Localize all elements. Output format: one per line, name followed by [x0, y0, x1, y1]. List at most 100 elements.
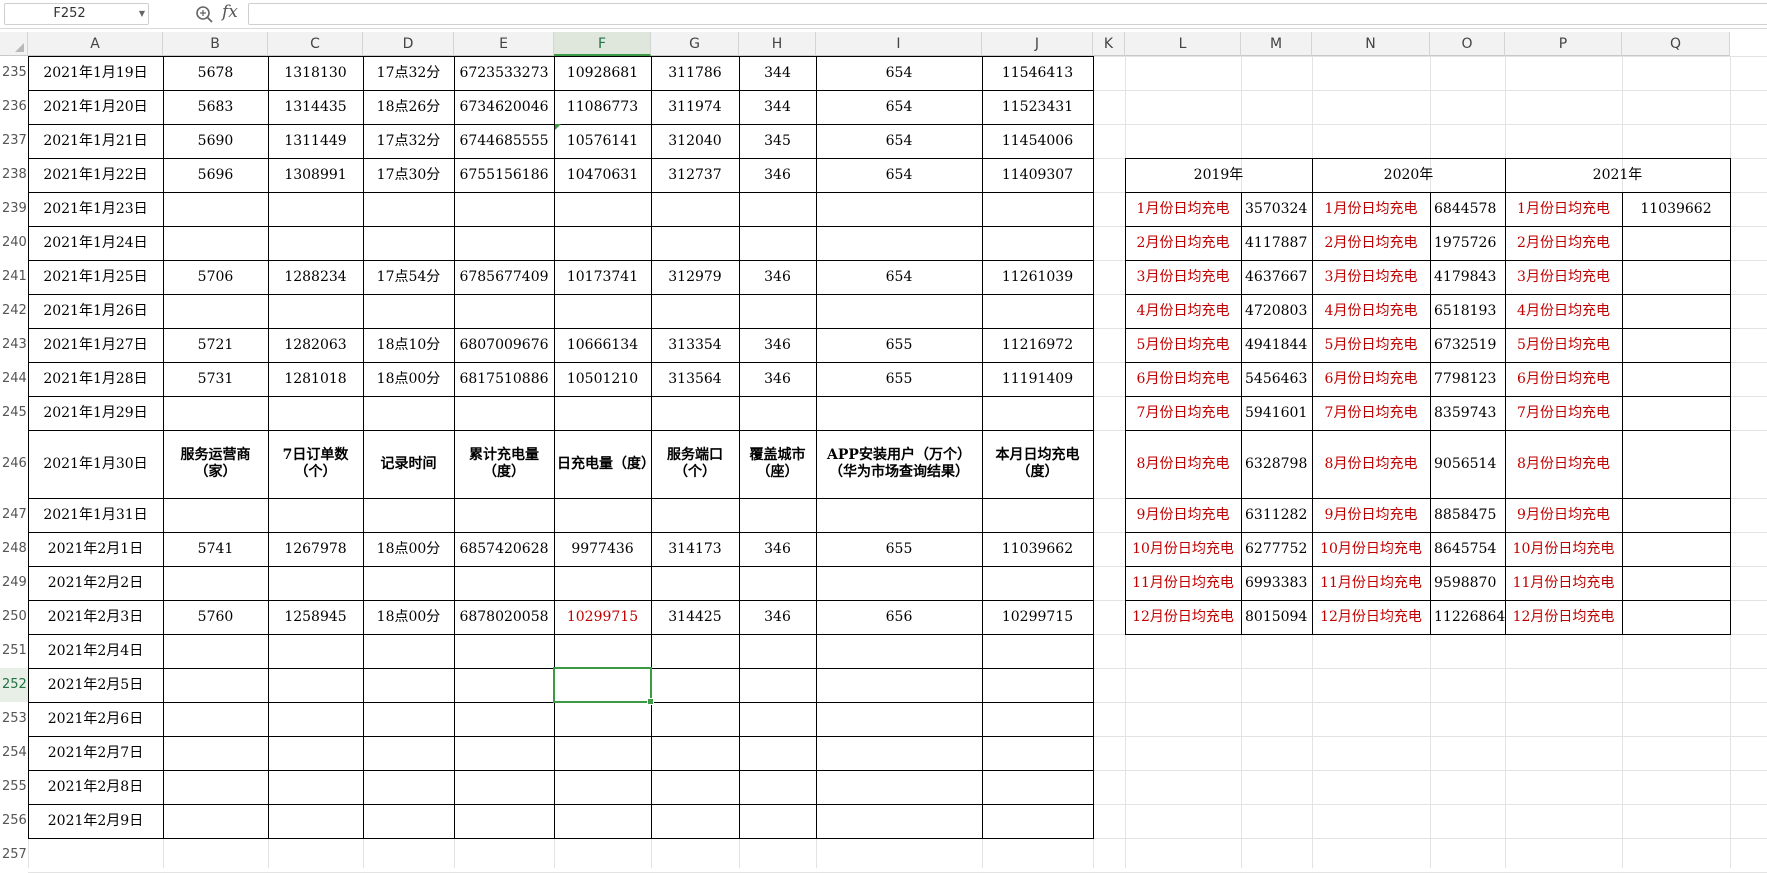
cell-a252[interactable]: 2021年2月5日 — [28, 668, 163, 702]
column-header-o[interactable]: O — [1430, 32, 1505, 56]
cell-j236[interactable]: 11523431 — [982, 90, 1093, 124]
cell-a245[interactable]: 2021年1月29日 — [28, 396, 163, 430]
row-header-246[interactable]: 246 — [0, 430, 28, 498]
cell-j237[interactable]: 11454006 — [982, 124, 1093, 158]
column-header-q[interactable]: Q — [1622, 32, 1730, 56]
fx-icon[interactable]: fx — [222, 2, 238, 22]
zoom-icon[interactable] — [194, 4, 216, 24]
cell-i246[interactable]: APP安装用户（万个）（华为市场查询结果） — [816, 430, 982, 498]
cell-o240[interactable]: 1975726 — [1430, 226, 1505, 260]
cell-m243[interactable]: 4941844 — [1241, 328, 1312, 362]
formula-input[interactable] — [248, 3, 1767, 25]
cell-g246[interactable]: 服务端口（个） — [651, 430, 739, 498]
cell-n248[interactable]: 10月份日均充电 — [1312, 532, 1430, 566]
cell-h246[interactable]: 覆盖城市（座） — [739, 430, 816, 498]
cell-e236[interactable]: 6734620046 — [454, 90, 554, 124]
row-header-250[interactable]: 250 — [0, 600, 28, 634]
cell-p239[interactable]: 1月份日均充电 — [1505, 192, 1622, 226]
cell-e246[interactable]: 累计充电量（度） — [454, 430, 554, 498]
cell-a254[interactable]: 2021年2月7日 — [28, 736, 163, 770]
cell-n243[interactable]: 5月份日均充电 — [1312, 328, 1430, 362]
cell-d243[interactable]: 18点10分 — [363, 328, 454, 362]
selected-cell-outline[interactable] — [553, 667, 654, 705]
cell-f238[interactable]: 10470631 — [554, 158, 651, 192]
cell-e238[interactable]: 6755156186 — [454, 158, 554, 192]
cell-n241[interactable]: 3月份日均充电 — [1312, 260, 1430, 294]
cell-i236[interactable]: 654 — [816, 90, 982, 124]
cell-p243[interactable]: 5月份日均充电 — [1505, 328, 1622, 362]
cell-n242[interactable]: 4月份日均充电 — [1312, 294, 1430, 328]
column-header-e[interactable]: E — [454, 32, 554, 56]
cell-f244[interactable]: 10501210 — [554, 362, 651, 396]
cell-i243[interactable]: 655 — [816, 328, 982, 362]
cell-a253[interactable]: 2021年2月6日 — [28, 702, 163, 736]
cell-l244[interactable]: 6月份日均充电 — [1125, 362, 1241, 396]
row-header-243[interactable]: 243 — [0, 328, 28, 362]
cell-o242[interactable]: 6518193 — [1430, 294, 1505, 328]
row-header-241[interactable]: 241 — [0, 260, 28, 294]
cell-p238[interactable]: 2021年 — [1505, 158, 1730, 192]
row-header-254[interactable]: 254 — [0, 736, 28, 770]
cell-a237[interactable]: 2021年1月21日 — [28, 124, 163, 158]
column-header-a[interactable]: A — [28, 32, 163, 56]
cell-h250[interactable]: 346 — [739, 600, 816, 634]
column-header-k[interactable]: K — [1093, 32, 1125, 56]
cell-d244[interactable]: 18点00分 — [363, 362, 454, 396]
cell-d248[interactable]: 18点00分 — [363, 532, 454, 566]
cell-j246[interactable]: 本月日均充电（度） — [982, 430, 1093, 498]
cell-j244[interactable]: 11191409 — [982, 362, 1093, 396]
row-header-257[interactable]: 257 — [0, 838, 28, 872]
cell-a247[interactable]: 2021年1月31日 — [28, 498, 163, 532]
cell-p248[interactable]: 10月份日均充电 — [1505, 532, 1622, 566]
cell-m250[interactable]: 8015094 — [1241, 600, 1312, 634]
cell-j241[interactable]: 11261039 — [982, 260, 1093, 294]
cell-m240[interactable]: 4117887 — [1241, 226, 1312, 260]
cell-f237[interactable]: 10576141 — [554, 124, 651, 158]
cell-g243[interactable]: 313354 — [651, 328, 739, 362]
cell-f248[interactable]: 9977436 — [554, 532, 651, 566]
cell-n238[interactable]: 2020年 — [1312, 158, 1505, 192]
cell-a249[interactable]: 2021年2月2日 — [28, 566, 163, 600]
cell-o249[interactable]: 9598870 — [1430, 566, 1505, 600]
cell-i237[interactable]: 654 — [816, 124, 982, 158]
cell-b243[interactable]: 5721 — [163, 328, 268, 362]
row-header-244[interactable]: 244 — [0, 362, 28, 396]
cell-l246[interactable]: 8月份日均充电 — [1125, 430, 1241, 498]
cell-a235[interactable]: 2021年1月19日 — [28, 56, 163, 90]
cell-i235[interactable]: 654 — [816, 56, 982, 90]
row-header-240[interactable]: 240 — [0, 226, 28, 260]
cell-o244[interactable]: 7798123 — [1430, 362, 1505, 396]
cell-n246[interactable]: 8月份日均充电 — [1312, 430, 1430, 498]
cell-i250[interactable]: 656 — [816, 600, 982, 634]
cell-b248[interactable]: 5741 — [163, 532, 268, 566]
name-box[interactable]: F252 ▼ — [4, 3, 149, 25]
row-header-239[interactable]: 239 — [0, 192, 28, 226]
cell-b250[interactable]: 5760 — [163, 600, 268, 634]
cell-f250[interactable]: 10299715 — [554, 600, 651, 634]
cell-i241[interactable]: 654 — [816, 260, 982, 294]
cell-h243[interactable]: 346 — [739, 328, 816, 362]
row-header-236[interactable]: 236 — [0, 90, 28, 124]
row-header-238[interactable]: 238 — [0, 158, 28, 192]
cell-n249[interactable]: 11月份日均充电 — [1312, 566, 1430, 600]
row-header-249[interactable]: 249 — [0, 566, 28, 600]
cell-h244[interactable]: 346 — [739, 362, 816, 396]
cell-a246[interactable]: 2021年1月30日 — [28, 430, 163, 498]
cell-m241[interactable]: 4637667 — [1241, 260, 1312, 294]
fill-handle[interactable] — [647, 698, 654, 705]
cell-c236[interactable]: 1314435 — [268, 90, 363, 124]
cell-n239[interactable]: 1月份日均充电 — [1312, 192, 1430, 226]
column-header-h[interactable]: H — [739, 32, 816, 56]
cell-o241[interactable]: 4179843 — [1430, 260, 1505, 294]
cell-o247[interactable]: 8858475 — [1430, 498, 1505, 532]
row-header-235[interactable]: 235 — [0, 56, 28, 90]
cell-d238[interactable]: 17点30分 — [363, 158, 454, 192]
cell-e235[interactable]: 6723533273 — [454, 56, 554, 90]
cell-d250[interactable]: 18点00分 — [363, 600, 454, 634]
cell-a248[interactable]: 2021年2月1日 — [28, 532, 163, 566]
cell-n247[interactable]: 9月份日均充电 — [1312, 498, 1430, 532]
cell-e241[interactable]: 6785677409 — [454, 260, 554, 294]
cell-m239[interactable]: 3570324 — [1241, 192, 1312, 226]
cell-p249[interactable]: 11月份日均充电 — [1505, 566, 1622, 600]
cell-o243[interactable]: 6732519 — [1430, 328, 1505, 362]
